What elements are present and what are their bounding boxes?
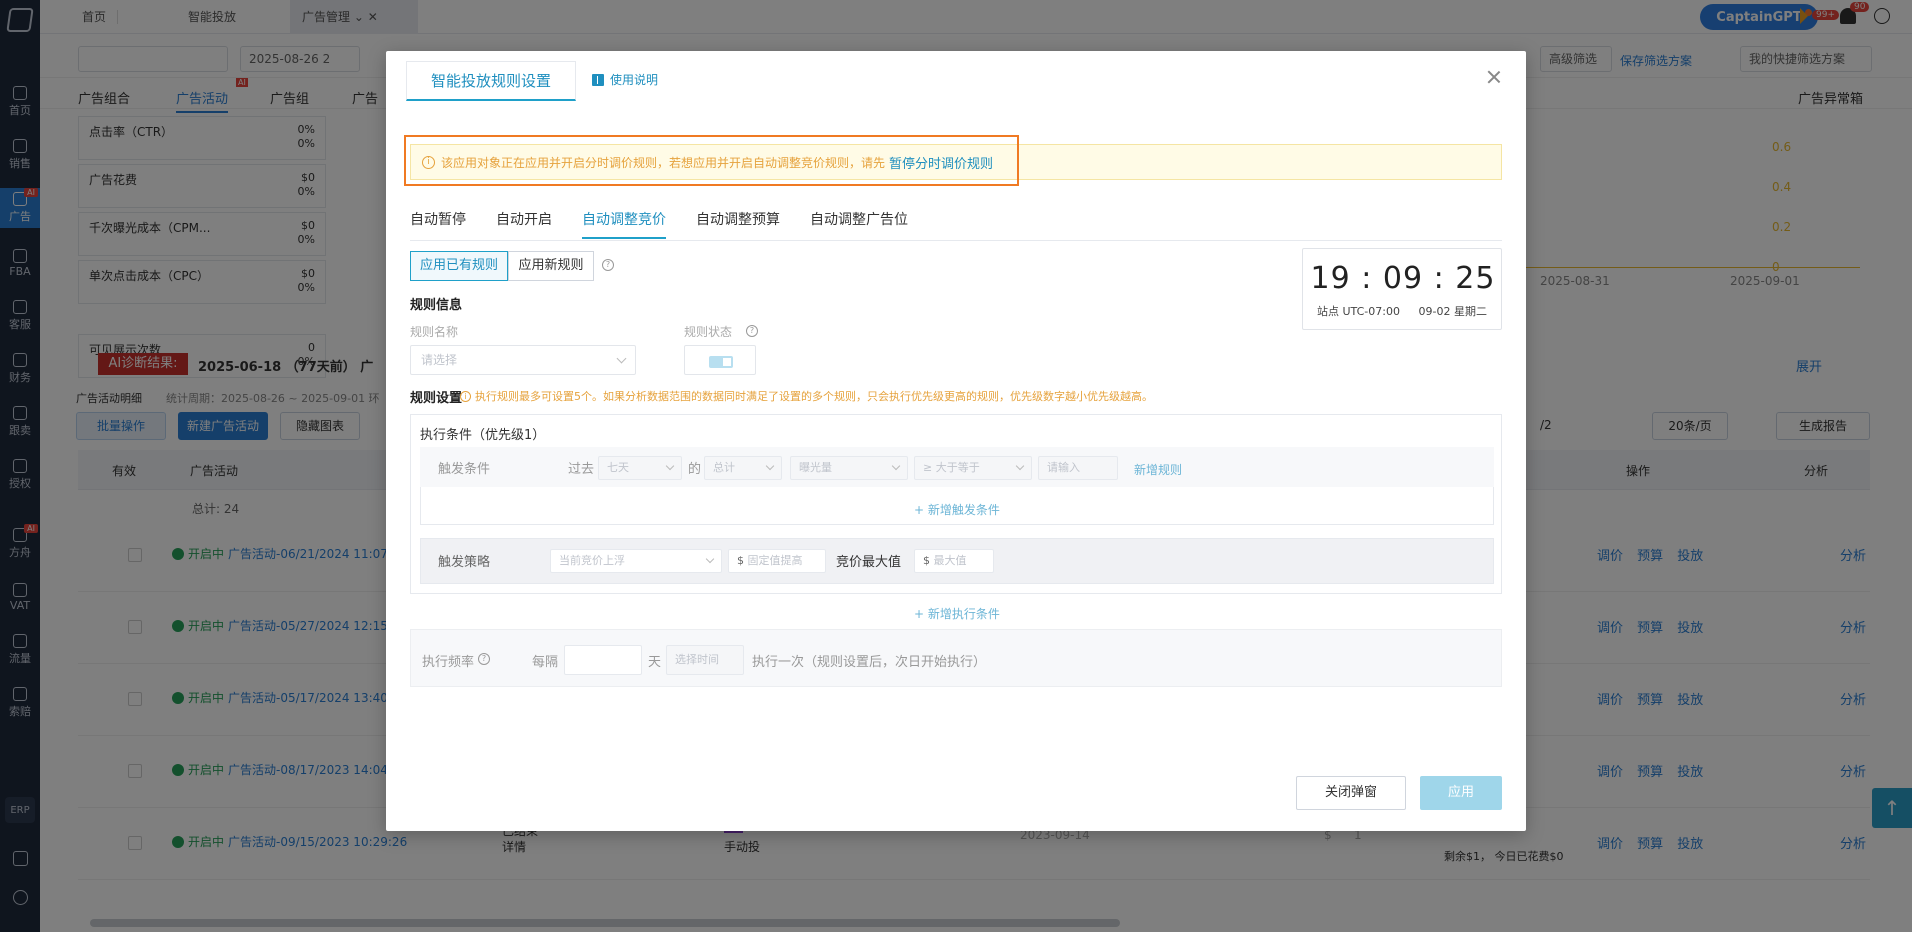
question-icon[interactable]: ? <box>746 325 758 337</box>
apply-button[interactable]: 应用 <box>1420 776 1502 810</box>
fixed-increase-input[interactable]: $ 固定值提高 <box>728 549 826 573</box>
tab-auto-enable[interactable]: 自动开启 <box>496 209 552 239</box>
rule-info-heading: 规则信息 <box>410 298 463 313</box>
day-label: 天 <box>648 655 662 670</box>
every-label: 每隔 <box>532 655 559 670</box>
question-icon[interactable]: ? <box>478 653 490 665</box>
interval-days-input[interactable] <box>564 645 642 675</box>
exec-frequency-label: 执行频率 <box>422 655 475 670</box>
modal-title-tab[interactable]: 智能投放规则设置 <box>406 61 576 101</box>
question-icon[interactable]: ? <box>602 259 614 271</box>
chevron-down-icon <box>616 353 627 364</box>
rule-type-tabs: 自动暂停 自动开启 自动调整竞价 自动调整预算 自动调整广告位 <box>410 201 1502 241</box>
max-bid-label: 竞价最大值 <box>836 555 902 570</box>
info-icon: i <box>460 390 471 402</box>
period-select[interactable]: 七天 <box>598 456 682 480</box>
add-trigger-condition-link[interactable]: + 新增触发条件 <box>914 501 1000 518</box>
smart-rule-modal: 智能投放规则设置 使用说明 i 该应用对象正在应用并开启分时调价规则，若想应用并… <box>386 51 1526 831</box>
rule-settings-heading: 规则设置 <box>410 391 463 406</box>
apply-new-rule-button[interactable]: 应用新规则 <box>508 251 594 281</box>
of-label: 的 <box>688 462 702 477</box>
close-modal-button[interactable]: 关闭弹窗 <box>1296 776 1406 810</box>
trigger-strategy-label: 触发策略 <box>438 555 491 570</box>
frequency-description: 执行一次（规则设置后，次日开始执行） <box>752 655 987 670</box>
warning-text: i 该应用对象正在应用并开启分时调价规则，若想应用并开启自动调整竞价规则，请先 … <box>422 153 993 172</box>
help-link[interactable]: 使用说明 <box>592 71 658 88</box>
rule-settings-tip: i 执行规则最多可设置5个。如果分析数据范围的数据同时满足了设置的多个规则，只会执… <box>460 388 1153 404</box>
rule-status-toggle[interactable] <box>684 345 756 375</box>
past-label: 过去 <box>568 462 595 477</box>
tab-auto-bid[interactable]: 自动调整竞价 <box>582 209 666 239</box>
rule-name-label: 规则名称 <box>410 325 459 339</box>
info-icon: i <box>422 156 435 169</box>
operator-select[interactable]: ≥ 大于等于 <box>914 456 1032 480</box>
rule-status-label: 规则状态 <box>684 325 733 339</box>
rule-name-select[interactable]: 请选择 <box>410 345 636 375</box>
modal-close-icon[interactable] <box>1486 69 1502 85</box>
add-exec-condition-link[interactable]: + 新增执行条件 <box>914 605 1000 622</box>
max-bid-input[interactable]: $ 最大值 <box>914 549 994 573</box>
site-clock: 19 : 09 : 25 站点 UTC-07:00 09-02 星期二 <box>1302 248 1502 330</box>
apply-existing-rule-button[interactable]: 应用已有规则 <box>410 251 508 281</box>
add-rule-link[interactable]: 新增规则 <box>1134 461 1182 478</box>
tab-auto-placement[interactable]: 自动调整广告位 <box>810 209 908 239</box>
time-select[interactable]: 选择时间 <box>666 645 744 675</box>
metric-select[interactable]: 曝光量 <box>790 456 908 480</box>
aggregation-select[interactable]: 总计 <box>704 456 782 480</box>
trigger-condition-label: 触发条件 <box>438 462 491 477</box>
tab-auto-budget[interactable]: 自动调整预算 <box>696 209 780 239</box>
threshold-input[interactable]: 请输入 <box>1038 456 1118 480</box>
tab-auto-pause[interactable]: 自动暂停 <box>410 209 466 239</box>
exec-condition-title: 执行条件（优先级1） <box>420 428 546 443</box>
book-icon <box>592 73 604 86</box>
pause-time-rule-link[interactable]: 暂停分时调价规则 <box>889 153 993 172</box>
strategy-select[interactable]: 当前竞价上浮 <box>550 549 722 573</box>
